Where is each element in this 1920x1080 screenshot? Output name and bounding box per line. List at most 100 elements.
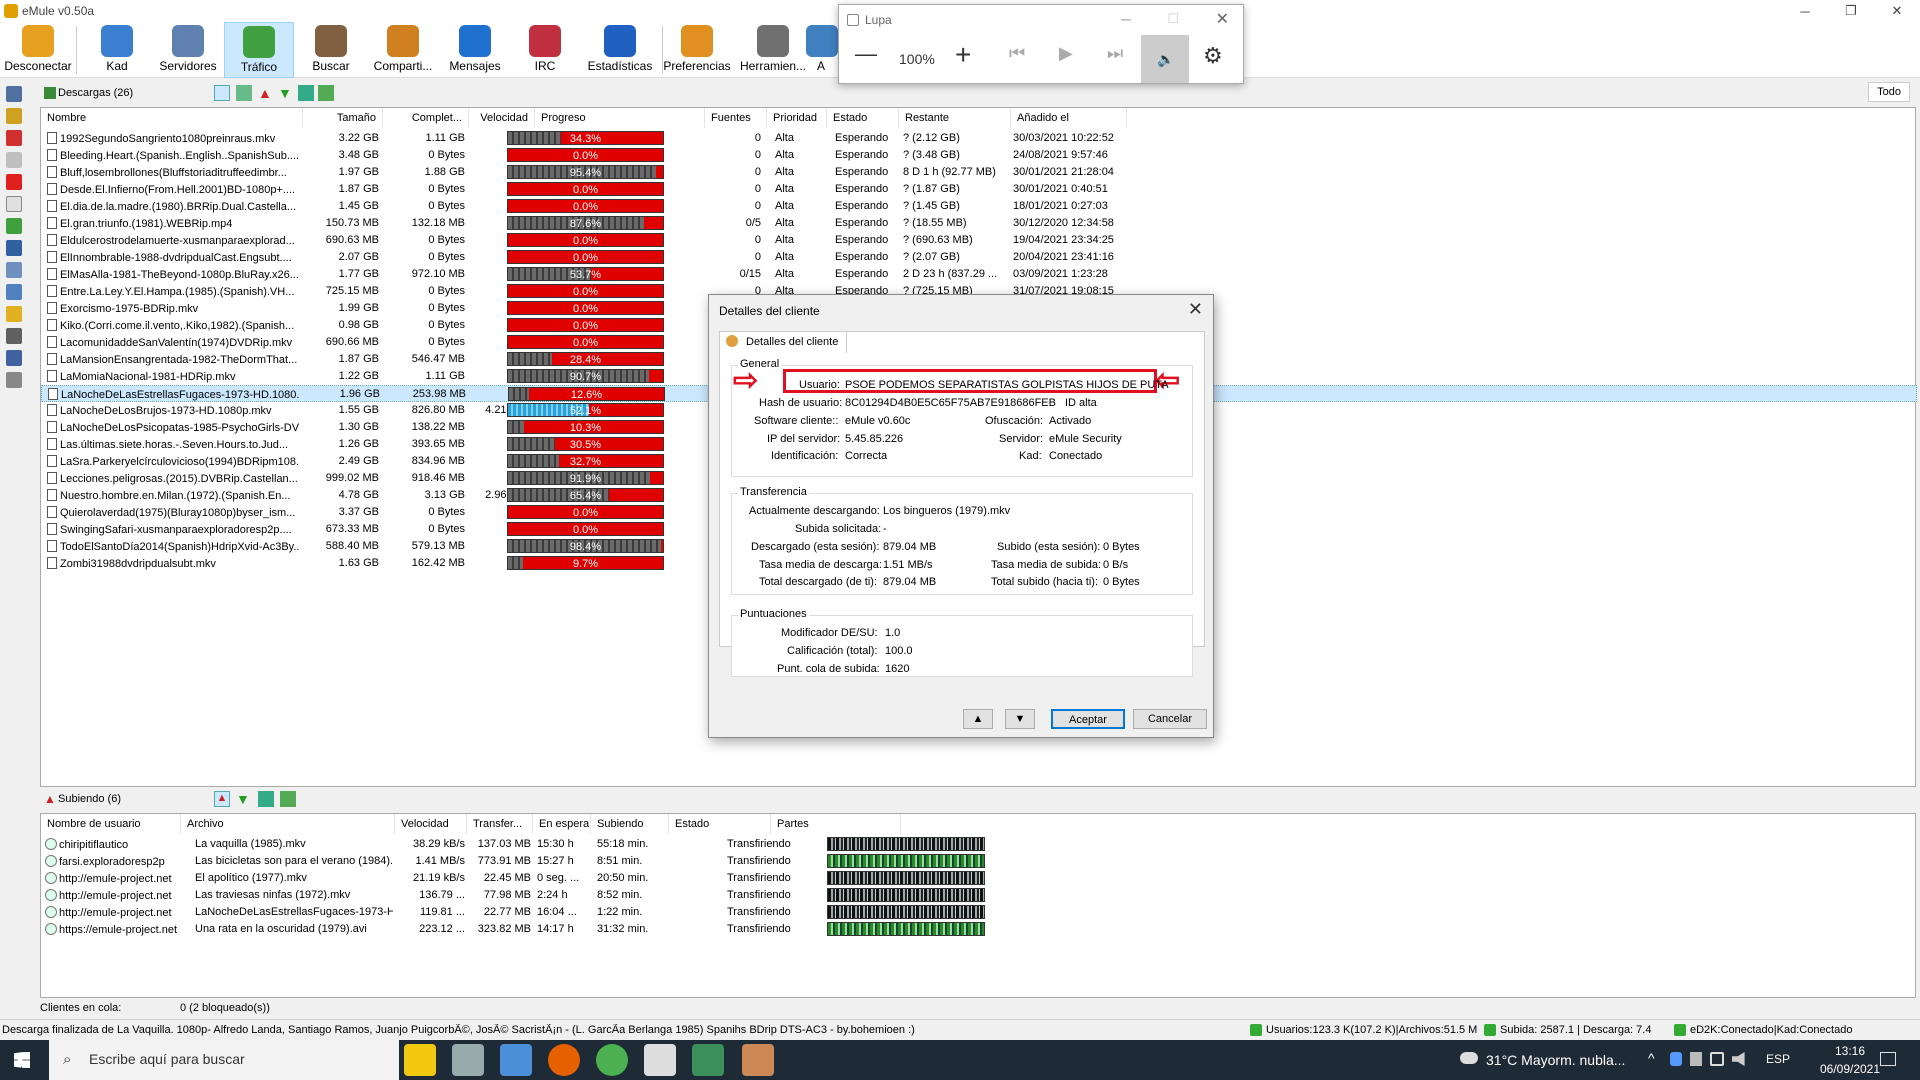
- upload-col-header[interactable]: Velocidad: [395, 814, 467, 834]
- close-button[interactable]: ✕: [1874, 0, 1920, 22]
- download-col-header[interactable]: Añadido el: [1011, 108, 1127, 128]
- list-view-icon[interactable]: [214, 85, 230, 101]
- upload-row[interactable]: https://emule-project.net Una rata en la …: [41, 921, 1917, 938]
- clock-time[interactable]: 13:16: [1818, 1044, 1882, 1058]
- magnifier-minimize-button[interactable]: ─: [1121, 11, 1131, 27]
- magnifier-close-button[interactable]: ✕: [1216, 9, 1229, 29]
- uploading-view-icon[interactable]: ▲: [214, 791, 230, 807]
- toolbar-button-6[interactable]: Mensajes: [440, 22, 510, 78]
- download-col-header[interactable]: Fuentes: [705, 108, 767, 128]
- sources-icon[interactable]: [298, 85, 314, 101]
- upload-row[interactable]: farsi.exploradoresp2p Las bicicletas son …: [41, 853, 1917, 870]
- find-icon[interactable]: [6, 372, 22, 388]
- upload-col-header[interactable]: Archivo: [181, 814, 395, 834]
- language-indicator[interactable]: ESP: [1766, 1052, 1790, 1066]
- info-icon[interactable]: [6, 262, 22, 278]
- desktop-icon[interactable]: [500, 1044, 532, 1076]
- link-icon[interactable]: [6, 328, 22, 344]
- toolbar-button-2[interactable]: Servidores: [152, 22, 224, 78]
- download-row[interactable]: Bleeding.Heart.(Spanish..English..Spanis…: [41, 147, 1917, 164]
- queue-view-icon[interactable]: [236, 85, 252, 101]
- toolbar-button-5[interactable]: Comparti...: [366, 22, 440, 78]
- comments-icon[interactable]: [6, 284, 22, 300]
- read-aloud-button[interactable]: 🔈: [1141, 35, 1189, 83]
- toolbar-button-4[interactable]: Buscar: [296, 22, 366, 78]
- pause-icon[interactable]: [6, 108, 22, 124]
- toolbar-button-3[interactable]: Tráfico: [224, 22, 294, 78]
- download-col-header[interactable]: Complet...: [383, 108, 469, 128]
- upload-row[interactable]: chiripitiflautico La vaquilla (1985).mkv 3…: [41, 836, 1917, 853]
- details-icon[interactable]: [6, 86, 22, 102]
- toolbar-button-8[interactable]: Estadísticas: [580, 22, 660, 78]
- cancel-button[interactable]: Cancelar: [1133, 709, 1207, 729]
- chrome-icon[interactable]: [596, 1044, 628, 1076]
- preview-icon[interactable]: [6, 218, 22, 234]
- download-col-header[interactable]: Tamaño: [303, 108, 383, 128]
- filter-todo-button[interactable]: Todo: [1868, 82, 1910, 102]
- stop-icon[interactable]: [6, 130, 22, 146]
- zoom-in-button[interactable]: +: [955, 39, 971, 71]
- cortana-icon[interactable]: [452, 1044, 484, 1076]
- download-col-header[interactable]: Prioridad: [767, 108, 827, 128]
- notifications-icon[interactable]: [1880, 1052, 1896, 1066]
- download-col-header[interactable]: Progreso: [535, 108, 705, 128]
- download-row[interactable]: Bluff,losembrollones(Bluffstoriaditruffe…: [41, 164, 1917, 181]
- weather-text[interactable]: 31°C Mayorm. nubla...: [1486, 1052, 1625, 1068]
- known-clients-icon[interactable]: [280, 791, 296, 807]
- toolbar-button-11[interactable]: A: [806, 22, 838, 78]
- download-row[interactable]: ElInnombrable-1988-dvdripdualCast.Engsub…: [41, 249, 1917, 266]
- upload-col-header[interactable]: Nombre de usuario: [41, 814, 181, 834]
- volume-icon[interactable]: [1732, 1052, 1745, 1066]
- chevron-up-icon[interactable]: ^: [1648, 1050, 1655, 1066]
- downloading-view-icon[interactable]: ▼: [236, 791, 250, 807]
- search-related-icon[interactable]: [6, 350, 22, 366]
- download-row[interactable]: Desde.El.Infierno(From.Hell.2001)BD-1080…: [41, 181, 1917, 198]
- resume-icon[interactable]: [6, 152, 22, 168]
- zoom-out-button[interactable]: —: [855, 41, 877, 67]
- dialog-close-button[interactable]: ✕: [1188, 299, 1203, 320]
- minimize-button[interactable]: ─: [1782, 0, 1828, 22]
- upload-row[interactable]: http://emule-project.net El apolítico (19…: [41, 870, 1917, 887]
- previous-icon[interactable]: ⏮: [1009, 43, 1025, 64]
- battery-icon[interactable]: [1690, 1052, 1702, 1066]
- download-row[interactable]: Eldulcerostrodelamuerte-xusmanparaexplor…: [41, 232, 1917, 249]
- onedrive-icon[interactable]: [1670, 1052, 1682, 1066]
- toolbar-button-0[interactable]: Desconectar: [2, 22, 74, 78]
- upload-row[interactable]: http://emule-project.net Las traviesas ni…: [41, 887, 1917, 904]
- transfer-icon[interactable]: [318, 85, 334, 101]
- upload-col-header[interactable]: Transfer...: [467, 814, 533, 834]
- emule-taskbar-icon[interactable]: [692, 1044, 724, 1076]
- toolbar-button-1[interactable]: Kad: [82, 22, 152, 78]
- play-icon[interactable]: ▶: [1059, 43, 1073, 64]
- priority-down-icon[interactable]: ▼: [278, 85, 292, 101]
- queue-icon[interactable]: [258, 791, 274, 807]
- category-icon[interactable]: [6, 306, 22, 322]
- download-row[interactable]: El.dia.de.la.madre.(1980).BRRip.Dual.Cas…: [41, 198, 1917, 215]
- file-explorer-icon[interactable]: [404, 1044, 436, 1076]
- maximize-button[interactable]: ❐: [1828, 0, 1874, 22]
- upload-col-header[interactable]: Estado: [669, 814, 771, 834]
- magnifier-taskbar-icon[interactable]: [742, 1044, 774, 1076]
- tab-client-details[interactable]: Detalles del cliente: [719, 331, 848, 353]
- download-row[interactable]: ElMasAlla-1981-TheBeyond-1080p.BluRay.x2…: [41, 266, 1917, 283]
- file-icon[interactable]: [6, 196, 22, 212]
- toolbar-button-10[interactable]: Herramien...: [734, 22, 812, 78]
- magnifier-maximize-button[interactable]: ☐: [1167, 11, 1179, 27]
- network-tray-icon[interactable]: [1710, 1052, 1724, 1066]
- upload-col-header[interactable]: Partes: [771, 814, 901, 834]
- upload-col-header[interactable]: En espera: [533, 814, 591, 834]
- upload-col-header[interactable]: Subiendo: [591, 814, 669, 834]
- firefox-icon[interactable]: [548, 1044, 580, 1076]
- notepad-icon[interactable]: [644, 1044, 676, 1076]
- next-icon[interactable]: ⏭: [1107, 43, 1123, 64]
- accept-button[interactable]: Aceptar: [1051, 709, 1125, 729]
- download-col-header[interactable]: Nombre: [41, 108, 303, 128]
- next-client-button[interactable]: ▼: [1005, 709, 1035, 729]
- taskbar-search[interactable]: ⌕ Escribe aquí para buscar: [49, 1040, 399, 1080]
- download-row[interactable]: 1992SegundoSangriento1080preinraus.mkv 3.…: [41, 130, 1917, 147]
- cancel-icon[interactable]: [6, 174, 22, 190]
- toolbar-button-9[interactable]: Preferencias: [660, 22, 734, 78]
- windows-start-icon[interactable]: [14, 1052, 30, 1068]
- settings-gear-icon[interactable]: ⚙: [1203, 43, 1223, 69]
- priority-up-icon[interactable]: ▲: [258, 85, 272, 101]
